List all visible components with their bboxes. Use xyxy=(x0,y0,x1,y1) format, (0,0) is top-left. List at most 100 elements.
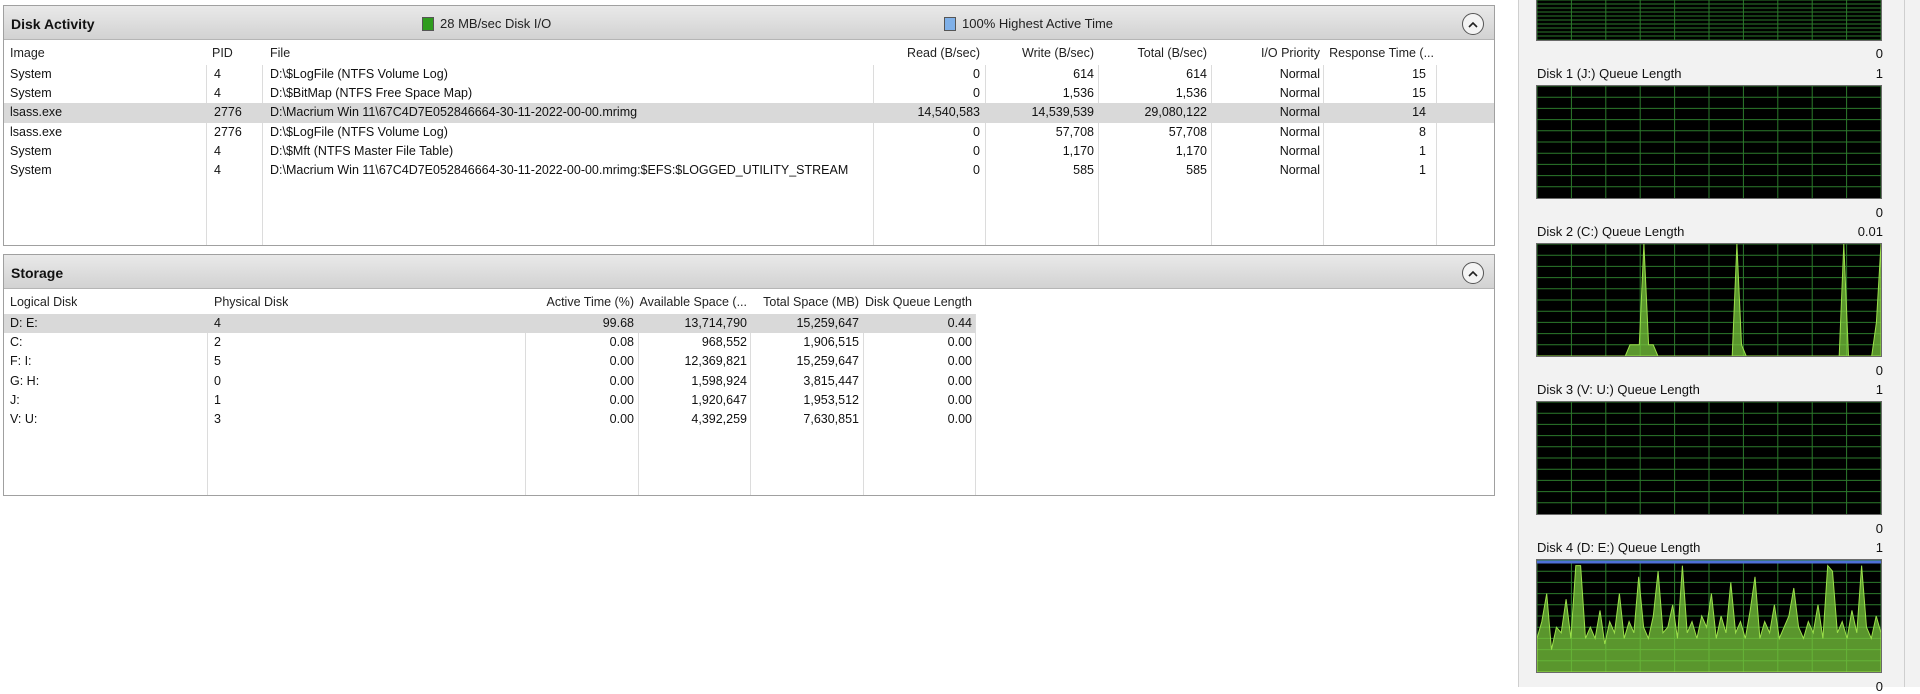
disk-activity-header[interactable]: Disk Activity 28 MB/sec Disk I/O 100% Hi… xyxy=(4,6,1494,40)
column-header-response-time[interactable]: Response Time (... xyxy=(1324,46,1434,60)
storage-header[interactable]: Storage xyxy=(4,255,1494,289)
column-header-available-space[interactable]: Available Space (... xyxy=(639,295,747,309)
storage-table: Logical Disk Physical Disk Active Time (… xyxy=(4,289,1494,495)
column-header-disk-queue-length[interactable]: Disk Queue Length xyxy=(864,295,972,309)
column-header-write[interactable]: Write (B/sec) xyxy=(986,46,1094,60)
partial-graph-top xyxy=(1536,0,1882,41)
column-header-logical-disk[interactable]: Logical Disk xyxy=(10,295,77,309)
graph-title: Disk 3 (V: U:) Queue Length xyxy=(1537,382,1700,397)
collapse-storage-button[interactable] xyxy=(1462,262,1484,284)
collapse-disk-activity-button[interactable] xyxy=(1462,13,1484,35)
disk-activity-row[interactable]: System 4 D:\$BitMap (NTFS Free Space Map) 0… xyxy=(4,84,1494,103)
cell-file: D:\Macrium Win 11\67C4D7E052846664-30-11… xyxy=(270,162,849,177)
cell-disk-queue-length: 0.00 xyxy=(947,335,972,350)
cell-available-space: 4,392,259 xyxy=(691,411,747,426)
column-header-total[interactable]: Total (B/sec) xyxy=(1099,46,1207,60)
graph-title: Disk 1 (J:) Queue Length xyxy=(1537,66,1682,81)
partial-graph-min: 0 xyxy=(1875,46,1883,61)
queue-length-graph-svg xyxy=(1536,559,1882,673)
cell-total-space: 3,815,447 xyxy=(803,373,859,388)
storage-row[interactable]: F: I: 5 0.00 12,369,821 15,259,647 0.00 xyxy=(4,352,1494,371)
cell-pid: 4 xyxy=(214,162,221,177)
storage-row[interactable]: V: U: 3 0.00 4,392,259 7,630,851 0.00 xyxy=(4,410,1494,429)
cell-total-space: 7,630,851 xyxy=(803,411,859,426)
storage-row[interactable]: J: 1 0.00 1,920,647 1,953,512 0.00 xyxy=(4,391,1494,410)
cell-image: lsass.exe xyxy=(10,105,63,120)
cell-disk-queue-length: 0.44 xyxy=(947,316,972,330)
disk-activity-title: Disk Activity xyxy=(11,16,95,32)
cell-read: 0 xyxy=(973,162,980,177)
queue-length-graph xyxy=(1536,243,1882,357)
cell-response-time: 1 xyxy=(1419,162,1426,177)
queue-length-graph-svg xyxy=(1536,401,1882,514)
sidebar-scrollbar[interactable] xyxy=(1904,0,1920,687)
cell-pid: 2776 xyxy=(214,105,242,120)
cell-active-time: 0.00 xyxy=(609,411,634,426)
storage-panel: Storage Logical Disk Physical Disk Activ… xyxy=(3,254,1495,496)
cell-physical-disk: 2 xyxy=(214,335,221,350)
disk-activity-rows: System 4 D:\$LogFile (NTFS Volume Log) 0 614… xyxy=(4,65,1494,180)
disk-activity-panel: Disk Activity 28 MB/sec Disk I/O 100% Hi… xyxy=(3,5,1495,246)
cell-total: 585 xyxy=(1186,162,1207,177)
disk-activity-row[interactable]: System 4 D:\$Mft (NTFS Master File Table) 0… xyxy=(4,142,1494,161)
cell-write: 1,170 xyxy=(1062,143,1094,158)
cell-file: D:\$Mft (NTFS Master File Table) xyxy=(270,143,454,158)
graph-min-label: 0 xyxy=(1875,363,1883,378)
cell-logical-disk: V: U: xyxy=(10,411,38,426)
column-header-image[interactable]: Image xyxy=(10,46,45,60)
cell-file: D:\$LogFile (NTFS Volume Log) xyxy=(270,124,448,139)
queue-length-graph-svg xyxy=(1536,243,1882,357)
graph-title: Disk 2 (C:) Queue Length xyxy=(1537,224,1685,239)
cell-available-space: 13,714,790 xyxy=(684,316,747,330)
storage-row[interactable]: D: E: 4 99.68 13,714,790 15,259,647 0.44 xyxy=(4,314,975,334)
disk-io-legend-label: 28 MB/sec Disk I/O xyxy=(440,16,552,31)
splitter[interactable] xyxy=(1499,0,1519,687)
cell-active-time: 0.00 xyxy=(609,354,634,369)
cell-response-time: 8 xyxy=(1419,124,1426,139)
storage-row[interactable]: G: H: 0 0.00 1,598,924 3,815,447 0.00 xyxy=(4,372,1494,391)
cell-pid: 4 xyxy=(214,86,221,101)
cell-total: 1,170 xyxy=(1175,143,1207,158)
cell-available-space: 12,369,821 xyxy=(684,354,747,369)
disk-activity-row[interactable]: lsass.exe 2776 D:\Macrium Win 11\67C4D7E05… xyxy=(4,103,1494,123)
storage-column-headers: Logical Disk Physical Disk Active Time (… xyxy=(4,289,1494,314)
cell-available-space: 1,920,647 xyxy=(691,392,747,407)
cell-write: 14,539,539 xyxy=(1031,105,1094,120)
cell-io-priority: Normal xyxy=(1279,124,1320,139)
cell-disk-queue-length: 0.00 xyxy=(947,373,972,388)
cell-response-time: 15 xyxy=(1412,86,1426,101)
cell-io-priority: Normal xyxy=(1279,67,1320,81)
disk-activity-row[interactable]: lsass.exe 2776 D:\$LogFile (NTFS Volume Lo… xyxy=(4,123,1494,142)
graph-max-label: 1 xyxy=(1875,540,1883,555)
queue-length-graph xyxy=(1536,401,1882,515)
cell-total: 1,536 xyxy=(1175,86,1207,101)
column-header-physical-disk[interactable]: Physical Disk xyxy=(214,295,288,309)
cell-image: lsass.exe xyxy=(10,124,63,139)
queue-length-graph xyxy=(1536,85,1882,199)
cell-write: 614 xyxy=(1073,67,1094,81)
storage-rows: D: E: 4 99.68 13,714,790 15,259,647 0.44 C: 2 0.… xyxy=(4,314,1494,429)
cell-total: 57,708 xyxy=(1168,124,1207,139)
cell-physical-disk: 4 xyxy=(214,316,221,330)
disk-activity-row[interactable]: System 4 D:\Macrium Win 11\67C4D7E05284666… xyxy=(4,161,1494,180)
column-header-active-time[interactable]: Active Time (%) xyxy=(526,295,634,309)
storage-row[interactable]: C: 2 0.08 968,552 1,906,515 0.00 xyxy=(4,333,1494,352)
cell-pid: 4 xyxy=(214,67,221,81)
column-header-total-space[interactable]: Total Space (MB) xyxy=(751,295,859,309)
cell-logical-disk: F: I: xyxy=(10,354,32,369)
cell-total-space: 1,953,512 xyxy=(803,392,859,407)
queue-length-graph xyxy=(1536,559,1882,673)
cell-write: 1,536 xyxy=(1062,86,1094,101)
cell-available-space: 968,552 xyxy=(701,335,747,350)
graph-title: Disk 4 (D: E:) Queue Length xyxy=(1537,540,1701,555)
graph-min-label: 0 xyxy=(1875,521,1883,536)
column-header-io-priority[interactable]: I/O Priority xyxy=(1212,46,1320,60)
cell-active-time: 0.00 xyxy=(609,392,634,407)
active-time-swatch-icon xyxy=(944,16,956,31)
graph-min-label: 0 xyxy=(1875,205,1883,220)
column-header-pid[interactable]: PID xyxy=(212,46,233,60)
column-header-file[interactable]: File xyxy=(270,46,290,60)
cell-read: 0 xyxy=(973,67,980,81)
disk-activity-row[interactable]: System 4 D:\$LogFile (NTFS Volume Log) 0 614… xyxy=(4,65,1494,84)
column-header-read[interactable]: Read (B/sec) xyxy=(874,46,980,60)
